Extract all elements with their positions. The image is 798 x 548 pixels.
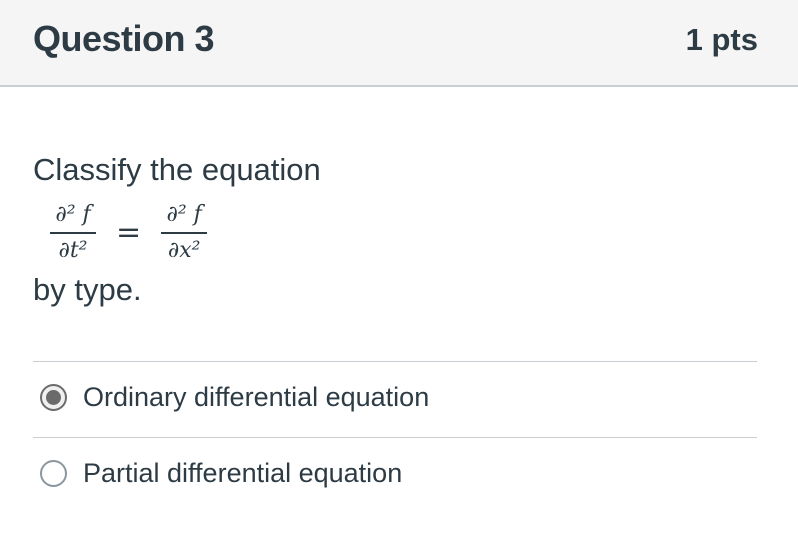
question-prompt-after: by type. — [33, 272, 142, 307]
rhs-fraction-bar — [161, 232, 208, 234]
rhs-numerator: ∂² f — [166, 202, 202, 228]
lhs-fraction-bar — [50, 232, 96, 234]
question-points: 1 pts — [685, 22, 758, 57]
answer-label: Ordinary differential equation — [83, 381, 430, 412]
question-title: Question 3 — [33, 18, 215, 59]
lhs-denominator: ∂t² — [58, 237, 88, 263]
question-header: Question 3 1 pts — [0, 0, 798, 87]
radio-unselected-icon[interactable] — [40, 459, 67, 487]
answer-option-ordinary[interactable]: Ordinary differential equation — [40, 377, 429, 417]
lhs-numerator: ∂² f — [55, 202, 91, 228]
answer-divider — [33, 361, 757, 362]
answer-option-partial[interactable]: Partial differential equation — [40, 453, 402, 493]
equation: ∂² f ∂t² = ∂² f ∂x² — [50, 196, 208, 270]
equals-sign: = — [116, 215, 142, 250]
question-prompt-before: Classify the equation — [33, 152, 321, 187]
answer-divider — [33, 437, 757, 438]
question-card: Question 3 1 pts Classify the equation ∂… — [0, 0, 798, 548]
lhs-fraction: ∂² f ∂t² — [50, 201, 96, 265]
rhs-denominator: ∂x² — [167, 237, 201, 263]
answer-label: Partial differential equation — [83, 457, 403, 488]
radio-selected-icon[interactable] — [40, 383, 67, 411]
rhs-fraction: ∂² f ∂x² — [161, 201, 208, 265]
